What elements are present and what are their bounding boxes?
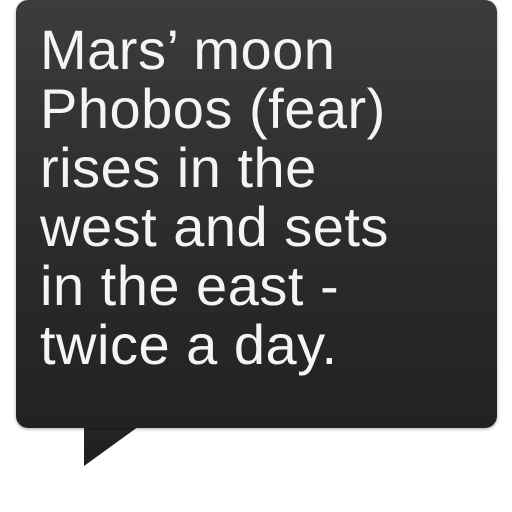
fact-text: Mars’ moon Phobos (fear) rises in the we… bbox=[40, 18, 389, 376]
speech-bubble-canvas: Mars’ moon Phobos (fear) rises in the we… bbox=[0, 0, 512, 512]
